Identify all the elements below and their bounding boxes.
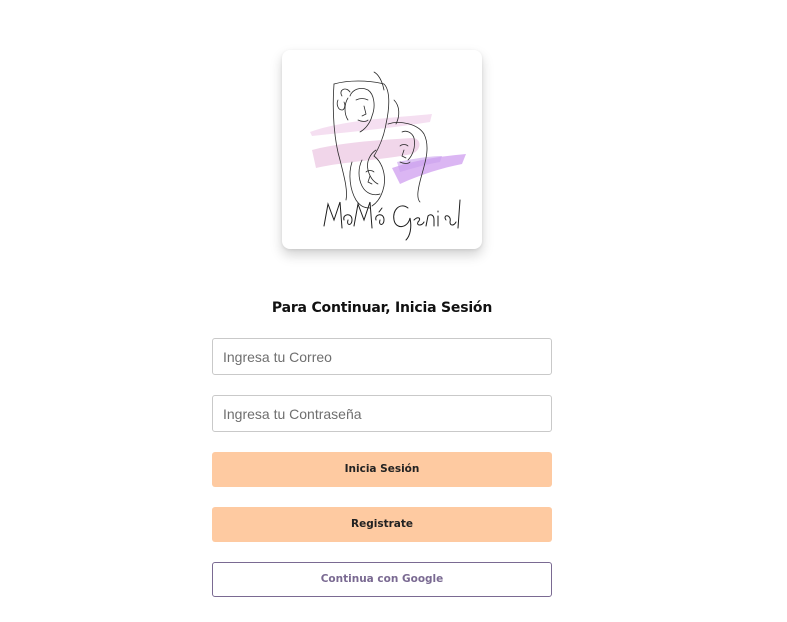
login-button[interactable]: Inicia Sesión: [212, 452, 552, 487]
google-login-button[interactable]: Continua con Google: [212, 562, 552, 597]
email-field[interactable]: [212, 338, 552, 375]
register-button[interactable]: Registrate: [212, 507, 552, 542]
mama-genial-logo: [310, 71, 466, 241]
login-page: Para Continuar, Inicia Sesión Inicia Ses…: [0, 0, 787, 622]
page-title: Para Continuar, Inicia Sesión: [271, 300, 493, 316]
logo-card: [282, 50, 482, 249]
password-field[interactable]: [212, 395, 552, 432]
